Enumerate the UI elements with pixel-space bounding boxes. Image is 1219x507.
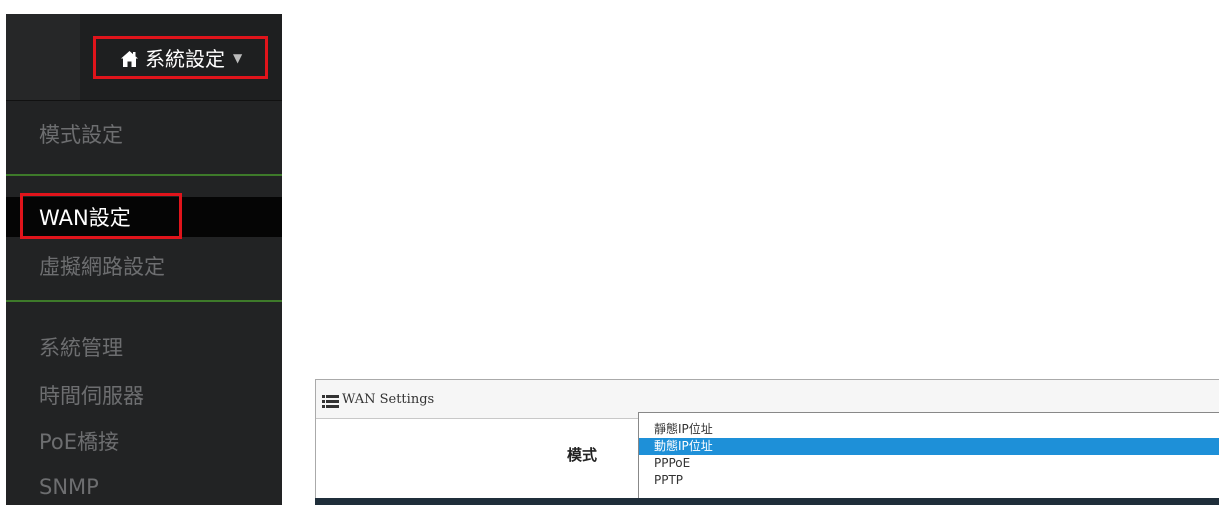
home-icon: [120, 49, 139, 67]
mode-select-dropdown[interactable]: 靜態IP位址 動態IP位址 PPPoE PPTP: [638, 412, 1219, 499]
mode-option-dynamic-ip[interactable]: 動態IP位址: [639, 438, 1219, 455]
panel-bottom-bar: [315, 498, 1219, 505]
sidebar-group-divider: [6, 174, 282, 176]
sidebar-header-left-block: [6, 14, 80, 100]
system-settings-label: 系統設定: [145, 47, 225, 71]
sidebar-item-label: SNMP: [39, 475, 99, 499]
sidebar-header-divider: [6, 100, 282, 101]
sidebar-item-label: PoE橋接: [39, 430, 120, 454]
mode-option-static-ip[interactable]: 靜態IP位址: [639, 421, 1219, 438]
sidebar-item-time-server[interactable]: 時間伺服器: [6, 375, 282, 415]
sidebar-item-label: 虛擬網路設定: [39, 255, 165, 279]
sidebar-item-virtual-network-settings[interactable]: 虛擬網路設定: [6, 246, 282, 286]
sidebar: 系統設定 ▼ 模式設定 WAN設定 虛擬網路設定 系統管理 時間伺服器 PoE橋…: [6, 14, 282, 505]
caret-down-icon: ▼: [233, 50, 243, 65]
mode-label: 模式: [567, 446, 598, 464]
sidebar-header: 系統設定 ▼: [6, 14, 282, 100]
system-settings-menu-button[interactable]: 系統設定 ▼: [93, 36, 268, 79]
sidebar-item-system-management[interactable]: 系統管理: [6, 327, 282, 367]
wan-settings-panel: WAN Settings 模式 靜態IP位址 動態IP位址 PPPoE PPTP: [315, 379, 1219, 500]
sidebar-item-wan-settings[interactable]: WAN設定: [6, 197, 282, 237]
sidebar-item-poe-bridge[interactable]: PoE橋接: [6, 421, 282, 461]
sidebar-item-mode-settings[interactable]: 模式設定: [6, 114, 282, 154]
list-icon: [322, 393, 339, 408]
sidebar-item-label: 時間伺服器: [39, 384, 144, 408]
sidebar-item-label: WAN設定: [39, 206, 131, 230]
sidebar-item-snmp[interactable]: SNMP: [6, 467, 282, 507]
sidebar-item-label: 模式設定: [39, 123, 123, 147]
mode-option-pppoe[interactable]: PPPoE: [639, 455, 1219, 472]
sidebar-group-divider: [6, 300, 282, 302]
sidebar-item-label: 系統管理: [39, 336, 123, 360]
panel-title: WAN Settings: [342, 391, 435, 407]
mode-option-pptp[interactable]: PPTP: [639, 472, 1219, 489]
